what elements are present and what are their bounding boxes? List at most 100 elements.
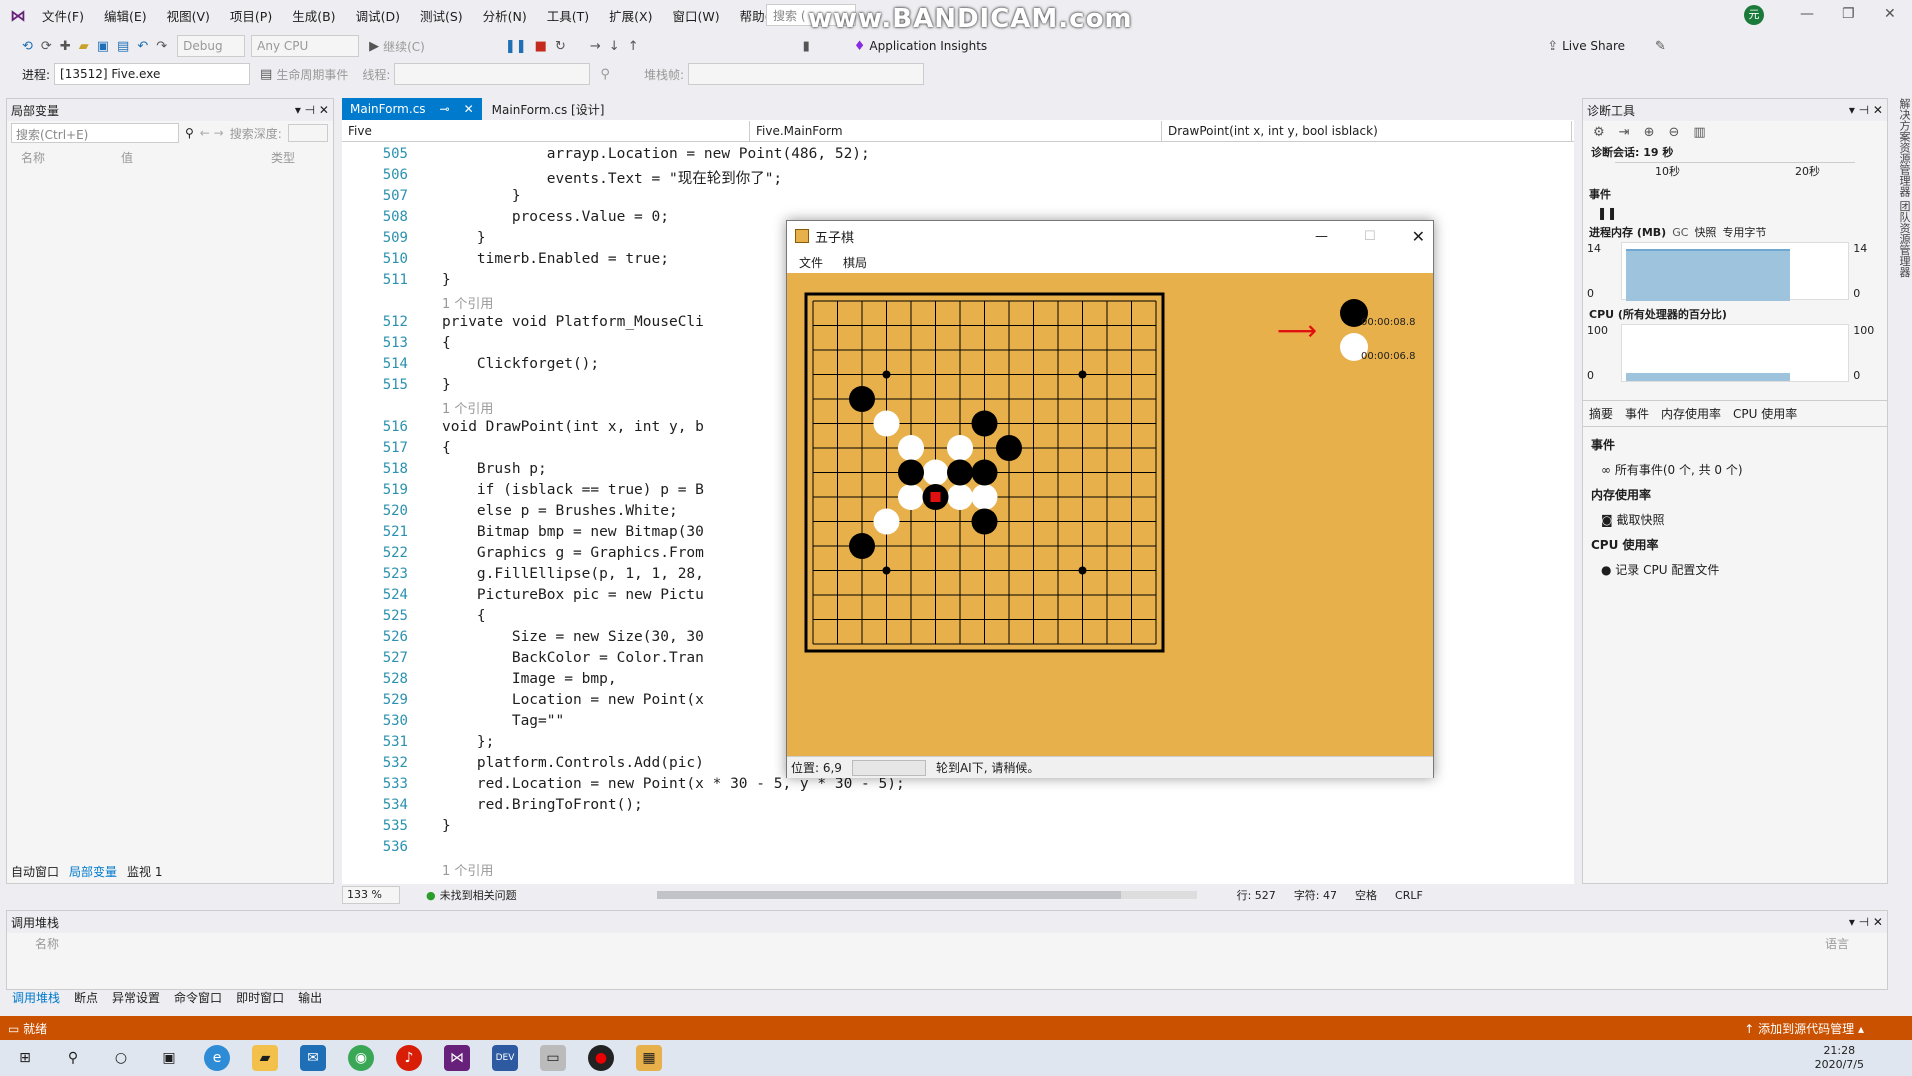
settings-icon[interactable]: ⚙: [1593, 125, 1605, 140]
process-select[interactable]: [13512] Five.exe: [54, 63, 251, 85]
step-into-icon[interactable]: ↓: [609, 39, 620, 54]
platform-select[interactable]: Any CPU: [251, 35, 360, 57]
clock-date[interactable]: 2020/7/5: [1815, 1058, 1864, 1072]
restart-icon[interactable]: ↻: [555, 39, 566, 54]
menu-build[interactable]: 生成(B): [292, 6, 335, 25]
continue-button[interactable]: 继续(C): [383, 38, 425, 55]
tab-immediate-window[interactable]: 即时窗口: [236, 989, 284, 1006]
minimize-icon[interactable]: —: [1315, 229, 1328, 244]
panel-pin-icon[interactable]: ▾ ⊣ ✕: [295, 103, 329, 117]
live-share-icon[interactable]: ⇪: [1547, 39, 1558, 54]
project-nav-select[interactable]: Five: [342, 120, 750, 141]
stackframe-select[interactable]: [687, 63, 924, 85]
panel-pin-icon[interactable]: ▾ ⊣ ✕: [1849, 915, 1883, 929]
tab-summary[interactable]: 摘要: [1589, 405, 1613, 422]
tab-mainform-cs[interactable]: MainForm.cs ⊸ ✕: [342, 98, 482, 120]
export-icon[interactable]: ⇥: [1619, 125, 1630, 140]
horizontal-scrollbar[interactable]: [656, 891, 1197, 899]
all-events-link[interactable]: ∞ 所有事件(0 个, 共 0 个): [1591, 463, 1743, 477]
record-cpu-button[interactable]: ● 记录 CPU 配置文件: [1591, 563, 1719, 577]
search-depth-select[interactable]: [287, 124, 328, 142]
zoom-in-icon[interactable]: ⊕: [1644, 125, 1655, 140]
filter-icon[interactable]: ⚲: [600, 67, 610, 82]
menu-debug[interactable]: 调试(D): [356, 6, 400, 25]
config-select[interactable]: Debug: [177, 35, 246, 57]
mail-icon[interactable]: ✉: [300, 1045, 326, 1071]
clock-time[interactable]: 21:28: [1815, 1044, 1864, 1058]
tab-close-icon[interactable]: ✕: [464, 102, 474, 116]
tab-events[interactable]: 事件: [1625, 405, 1649, 422]
menu-tools[interactable]: 工具(T): [547, 6, 589, 25]
gomoku-menu-game[interactable]: 棋局: [843, 254, 867, 271]
pause-events-icon[interactable]: ❚❚: [1597, 206, 1617, 220]
feedback-icon[interactable]: ✎: [1655, 39, 1666, 54]
search-icon[interactable]: ⚲: [60, 1045, 86, 1071]
bandicam-icon[interactable]: ●: [588, 1045, 614, 1071]
user-avatar[interactable]: 元: [1744, 5, 1764, 25]
menu-edit[interactable]: 编辑(E): [104, 6, 147, 25]
tab-breakpoints[interactable]: 断点: [74, 989, 98, 1006]
take-snapshot-button[interactable]: ◙ 截取快照: [1591, 513, 1664, 527]
menu-test[interactable]: 测试(S): [420, 6, 463, 25]
bookmark-icon[interactable]: ▮: [803, 39, 810, 54]
chrome-icon[interactable]: ◉: [348, 1045, 374, 1071]
close-icon[interactable]: ✕: [1412, 227, 1425, 246]
menu-file[interactable]: 文件(F): [42, 6, 84, 25]
zoom-out-icon[interactable]: ⊖: [1668, 125, 1679, 140]
tab-watch1[interactable]: 监视 1: [127, 863, 162, 880]
continue-icon[interactable]: ▶: [369, 39, 379, 54]
reference-count[interactable]: 1 个引用: [442, 398, 493, 417]
app-window-icon[interactable]: ▭: [540, 1045, 566, 1071]
tab-output[interactable]: 输出: [298, 989, 322, 1006]
lifecycle-icon[interactable]: ▤: [260, 67, 272, 82]
step-out-icon[interactable]: ↑: [628, 39, 639, 54]
gomoku-app-icon[interactable]: ▦: [636, 1045, 662, 1071]
visual-studio-icon[interactable]: ⋈: [444, 1045, 470, 1071]
zoom-select[interactable]: 133 %: [342, 886, 400, 904]
tab-command-window[interactable]: 命令窗口: [174, 989, 222, 1006]
tab-autos[interactable]: 自动窗口: [11, 863, 59, 880]
locals-search-input[interactable]: 搜索(Ctrl+E): [11, 123, 179, 143]
chart-icon[interactable]: ▥: [1693, 125, 1705, 140]
forward-icon[interactable]: ⟳: [41, 39, 52, 54]
member-nav-select[interactable]: DrawPoint(int x, int y, bool isblack): [1162, 120, 1572, 141]
thread-select[interactable]: [394, 63, 591, 85]
cortana-icon[interactable]: ○: [108, 1045, 134, 1071]
back-icon[interactable]: ⟲: [22, 39, 33, 54]
maximize-icon[interactable]: ☐: [1364, 229, 1376, 244]
edge-icon[interactable]: e: [204, 1045, 230, 1071]
new-project-icon[interactable]: ✚: [60, 39, 71, 54]
netease-music-icon[interactable]: ♪: [396, 1045, 422, 1071]
side-tool-tabs[interactable]: 解决方案资源管理器 团队资源管理器: [1892, 98, 1912, 318]
open-file-icon[interactable]: ▰: [79, 39, 89, 54]
menu-analyze[interactable]: 分析(N): [483, 6, 527, 25]
tab-locals[interactable]: 局部变量: [69, 863, 117, 880]
redo-icon[interactable]: ↷: [156, 39, 167, 54]
pin-icon[interactable]: ⊸: [440, 102, 450, 116]
menu-extensions[interactable]: 扩展(X): [609, 6, 652, 25]
windows-start-icon[interactable]: ⊞: [12, 1045, 38, 1071]
menu-view[interactable]: 视图(V): [167, 6, 210, 25]
class-nav-select[interactable]: Five.MainForm: [750, 120, 1162, 141]
app-insights-button[interactable]: Application Insights: [869, 39, 987, 53]
tab-cpu[interactable]: CPU 使用率: [1733, 405, 1797, 422]
devcpp-icon[interactable]: DEV: [492, 1045, 518, 1071]
tab-callstack[interactable]: 调用堆栈: [12, 989, 60, 1006]
search-icon[interactable]: ⚲: [185, 126, 194, 140]
back-arrow-icon[interactable]: ← →: [200, 126, 224, 140]
source-control-button[interactable]: ↑ 添加到源代码管理 ▴: [1744, 1020, 1864, 1037]
menu-project[interactable]: 项目(P): [230, 6, 272, 25]
tab-mainform-design[interactable]: MainForm.cs [设计]: [482, 98, 615, 120]
task-view-icon[interactable]: ▣: [156, 1045, 182, 1071]
file-explorer-icon[interactable]: ▰: [252, 1045, 278, 1071]
gomoku-board[interactable]: [787, 273, 1433, 756]
lifecycle-events[interactable]: 生命周期事件: [276, 66, 348, 83]
save-all-icon[interactable]: ▤: [117, 39, 129, 54]
save-icon[interactable]: ▣: [97, 39, 109, 54]
tab-memory[interactable]: 内存使用率: [1661, 405, 1721, 422]
gomoku-menu-file[interactable]: 文件: [799, 254, 823, 271]
live-share-button[interactable]: Live Share: [1562, 39, 1625, 53]
reference-count[interactable]: 1 个引用: [442, 293, 493, 312]
panel-pin-icon[interactable]: ▾ ⊣ ✕: [1849, 103, 1883, 117]
issues-status[interactable]: 未找到相关问题: [440, 887, 517, 903]
